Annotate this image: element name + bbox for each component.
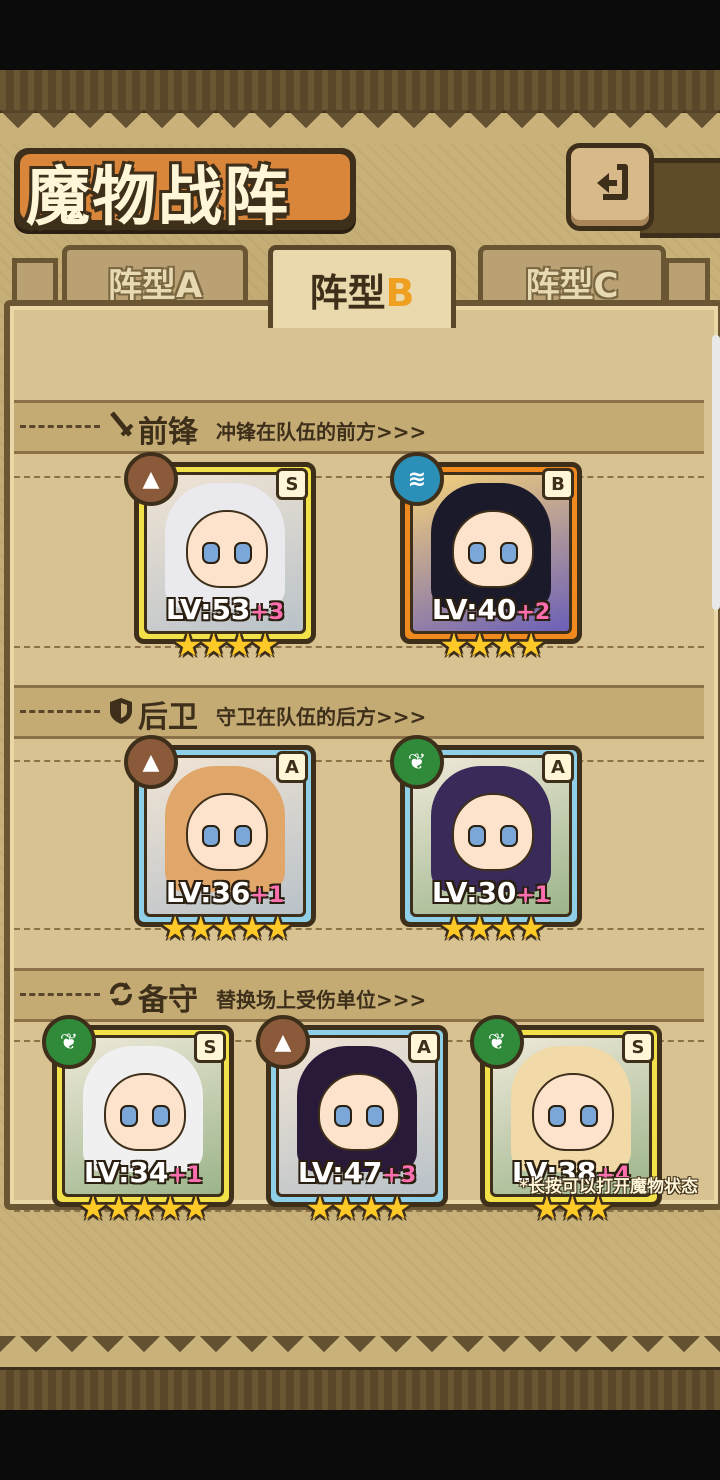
earth-element-icon: ▲ bbox=[124, 735, 178, 789]
star-rating: ★★★★ bbox=[400, 909, 582, 947]
section-title-reserve: 备守 bbox=[138, 983, 198, 1018]
earth-element-icon: ▲ bbox=[124, 452, 178, 506]
back-button[interactable] bbox=[566, 143, 654, 231]
star-icon: ★ bbox=[263, 909, 293, 947]
section-title-rearguard: 后卫 bbox=[138, 700, 198, 735]
rank-badge: S bbox=[622, 1031, 654, 1063]
star-icon: ★ bbox=[491, 626, 520, 664]
navigation-bar bbox=[0, 1410, 720, 1480]
rank-badge: A bbox=[408, 1031, 440, 1063]
star-rating: ★★★★ bbox=[266, 1189, 448, 1227]
star-rating: ★★★★★ bbox=[134, 909, 316, 947]
level-bonus: +1 bbox=[168, 1163, 203, 1188]
rank-badge: S bbox=[276, 468, 308, 500]
section-title-vanguard: 前锋 bbox=[138, 415, 198, 450]
monster-card-vanguard-1[interactable]: S ▲ LV:53+3 ★★★★ bbox=[124, 452, 316, 664]
earth-element-icon: ▲ bbox=[256, 1015, 310, 1069]
level-value: LV:53 bbox=[165, 593, 251, 626]
wood-element-icon: ❦ bbox=[390, 735, 444, 789]
star-icon: ★ bbox=[465, 626, 494, 664]
level-label: LV:40+2 bbox=[400, 593, 582, 626]
level-label: LV:47+3 bbox=[266, 1156, 448, 1189]
star-icon: ★ bbox=[237, 909, 267, 947]
star-icon: ★ bbox=[382, 1189, 412, 1227]
level-label: LV:34+1 bbox=[52, 1156, 234, 1189]
star-icon: ★ bbox=[199, 626, 228, 664]
page-title: 魔物战阵 bbox=[26, 161, 290, 235]
section-header-rearguard: 后卫 守卫在队伍的后方>>> bbox=[14, 685, 704, 739]
top-zigzag-border bbox=[0, 110, 720, 144]
top-frame bbox=[0, 70, 720, 113]
star-icon: ★ bbox=[225, 626, 254, 664]
star-icon: ★ bbox=[160, 909, 190, 947]
rank-badge: B bbox=[542, 468, 574, 500]
water-element-icon: ≋ bbox=[390, 452, 444, 506]
star-icon: ★ bbox=[130, 1189, 159, 1227]
star-rating: ★★★★★ bbox=[52, 1189, 234, 1227]
monster-card-rearguard-2[interactable]: A ❦ LV:30+1 ★★★★ bbox=[390, 735, 582, 947]
level-bonus: +1 bbox=[516, 883, 551, 908]
level-value: LV:36 bbox=[165, 876, 251, 909]
star-rating: ★★★★ bbox=[400, 626, 582, 664]
section-header-reserve: 备守 替换场上受伤单位>>> bbox=[14, 968, 704, 1022]
star-icon: ★ bbox=[491, 909, 520, 947]
star-icon: ★ bbox=[104, 1189, 133, 1227]
star-icon: ★ bbox=[173, 626, 203, 664]
row-guideline bbox=[14, 928, 704, 930]
wood-element-icon: ❦ bbox=[470, 1015, 524, 1069]
level-bonus: +3 bbox=[250, 600, 285, 625]
sword-icon bbox=[108, 411, 134, 448]
monster-card-rearguard-1[interactable]: A ▲ LV:36+1 ★★★★★ bbox=[124, 735, 316, 947]
shield-icon bbox=[108, 696, 134, 733]
section-desc-vanguard: 冲锋在队伍的前方>>> bbox=[216, 420, 427, 444]
section-desc-rearguard: 守卫在队伍的后方>>> bbox=[216, 705, 427, 729]
level-label: LV:53+3 bbox=[134, 593, 316, 626]
star-icon: ★ bbox=[155, 1189, 185, 1227]
star-icon: ★ bbox=[78, 1189, 108, 1227]
section-header-vanguard: 前锋 冲锋在队伍的前方>>> bbox=[14, 400, 704, 454]
long-press-hint: *长按可以打开魔物状态 bbox=[519, 1177, 698, 1197]
level-label: LV:36+1 bbox=[134, 876, 316, 909]
star-icon: ★ bbox=[357, 1189, 386, 1227]
section-desc-reserve: 替换场上受伤单位>>> bbox=[216, 988, 427, 1012]
level-value: LV:47 bbox=[297, 1156, 383, 1189]
tab-formation-b[interactable]: 阵型B bbox=[268, 245, 456, 328]
star-icon: ★ bbox=[186, 909, 215, 947]
star-icon: ★ bbox=[305, 1189, 335, 1227]
star-icon: ★ bbox=[516, 626, 546, 664]
star-icon: ★ bbox=[439, 626, 469, 664]
row-guideline bbox=[14, 760, 704, 762]
scrollbar[interactable] bbox=[712, 335, 720, 610]
star-icon: ★ bbox=[465, 909, 494, 947]
monster-card-reserve-2[interactable]: A ▲ LV:47+3 ★★★★ bbox=[256, 1015, 448, 1227]
bottom-frame bbox=[0, 1367, 720, 1410]
status-bar bbox=[0, 0, 720, 70]
level-value: LV:34 bbox=[83, 1156, 169, 1189]
star-icon: ★ bbox=[181, 1189, 211, 1227]
swap-icon bbox=[106, 979, 136, 1016]
monster-card-vanguard-2[interactable]: B ≋ LV:40+2 ★★★★ bbox=[390, 452, 582, 664]
rank-badge: A bbox=[276, 751, 308, 783]
back-arrow-icon bbox=[587, 159, 633, 216]
level-value: LV:40 bbox=[431, 593, 517, 626]
level-bonus: +3 bbox=[382, 1163, 417, 1188]
star-icon: ★ bbox=[250, 626, 280, 664]
wood-element-icon: ❦ bbox=[42, 1015, 96, 1069]
level-value: LV:30 bbox=[431, 876, 517, 909]
rank-badge: S bbox=[194, 1031, 226, 1063]
star-icon: ★ bbox=[516, 909, 546, 947]
star-icon: ★ bbox=[439, 909, 469, 947]
level-bonus: +2 bbox=[516, 600, 551, 625]
level-bonus: +1 bbox=[250, 883, 285, 908]
star-icon: ★ bbox=[212, 909, 241, 947]
star-rating: ★★★★ bbox=[134, 626, 316, 664]
star-icon: ★ bbox=[331, 1189, 360, 1227]
row-guideline bbox=[14, 646, 704, 648]
row-guideline bbox=[14, 476, 704, 478]
rank-badge: A bbox=[542, 751, 574, 783]
bottom-zigzag-border bbox=[0, 1336, 720, 1370]
monster-card-reserve-1[interactable]: S ❦ LV:34+1 ★★★★★ bbox=[42, 1015, 234, 1227]
level-label: LV:30+1 bbox=[400, 876, 582, 909]
